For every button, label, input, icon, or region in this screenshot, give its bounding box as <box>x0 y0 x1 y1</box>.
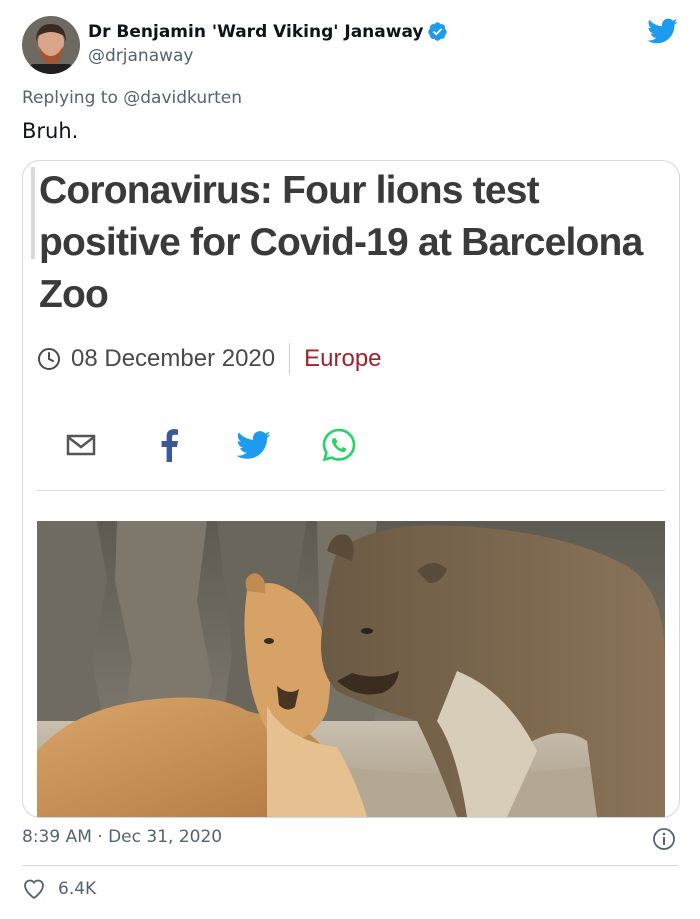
heart-icon[interactable] <box>22 877 46 901</box>
card-divider <box>37 490 665 491</box>
reply-mention-link[interactable]: @davidkurten <box>123 88 242 108</box>
like-action[interactable]: 6.4K <box>22 877 96 901</box>
email-share-button <box>63 427 99 463</box>
avatar[interactable] <box>22 16 80 74</box>
facebook-icon <box>161 429 178 462</box>
lions-photo-image <box>37 521 665 817</box>
like-count: 6.4K <box>58 879 97 899</box>
lions-photo <box>37 521 665 817</box>
replying-to-prefix: Replying to <box>22 88 118 108</box>
twitter-logo-icon[interactable] <box>646 15 678 47</box>
tweet-timestamp[interactable]: 8:39 AM · Dec 31, 2020 <box>22 827 222 847</box>
article-headline: Coronavirus: Four lions test positive fo… <box>39 169 643 316</box>
article-date: 08 December 2020 <box>71 345 276 372</box>
whatsapp-icon <box>322 428 356 462</box>
meta-divider <box>289 343 291 375</box>
handle[interactable]: @drjanaway <box>88 46 194 66</box>
article-meta: 08 December 2020 Europe <box>37 343 382 375</box>
display-name[interactable]: Dr Benjamin 'Ward Viking' Janaway <box>88 22 423 42</box>
attached-image-card[interactable]: Coronavirus: Four lions test positive fo… <box>22 160 680 818</box>
replying-to: Replying to @davidkurten <box>22 88 242 108</box>
facebook-share-button <box>151 427 187 463</box>
article-section: Europe <box>304 345 382 372</box>
whatsapp-share-button <box>321 427 357 463</box>
avatar-image <box>22 16 80 74</box>
tweet-text: Bruh. <box>22 119 79 143</box>
clock-icon <box>38 348 60 370</box>
info-icon[interactable] <box>652 827 676 851</box>
name-row: Dr Benjamin 'Ward Viking' Janaway <box>88 21 448 42</box>
email-icon <box>66 434 96 456</box>
twitter-share-button <box>235 427 271 463</box>
tweet: Dr Benjamin 'Ward Viking' Janaway @drjan… <box>0 0 700 919</box>
twitter-icon <box>236 431 271 459</box>
footer-divider <box>22 865 678 866</box>
verified-badge-icon <box>428 22 448 41</box>
headline-accent-bar <box>31 167 35 259</box>
